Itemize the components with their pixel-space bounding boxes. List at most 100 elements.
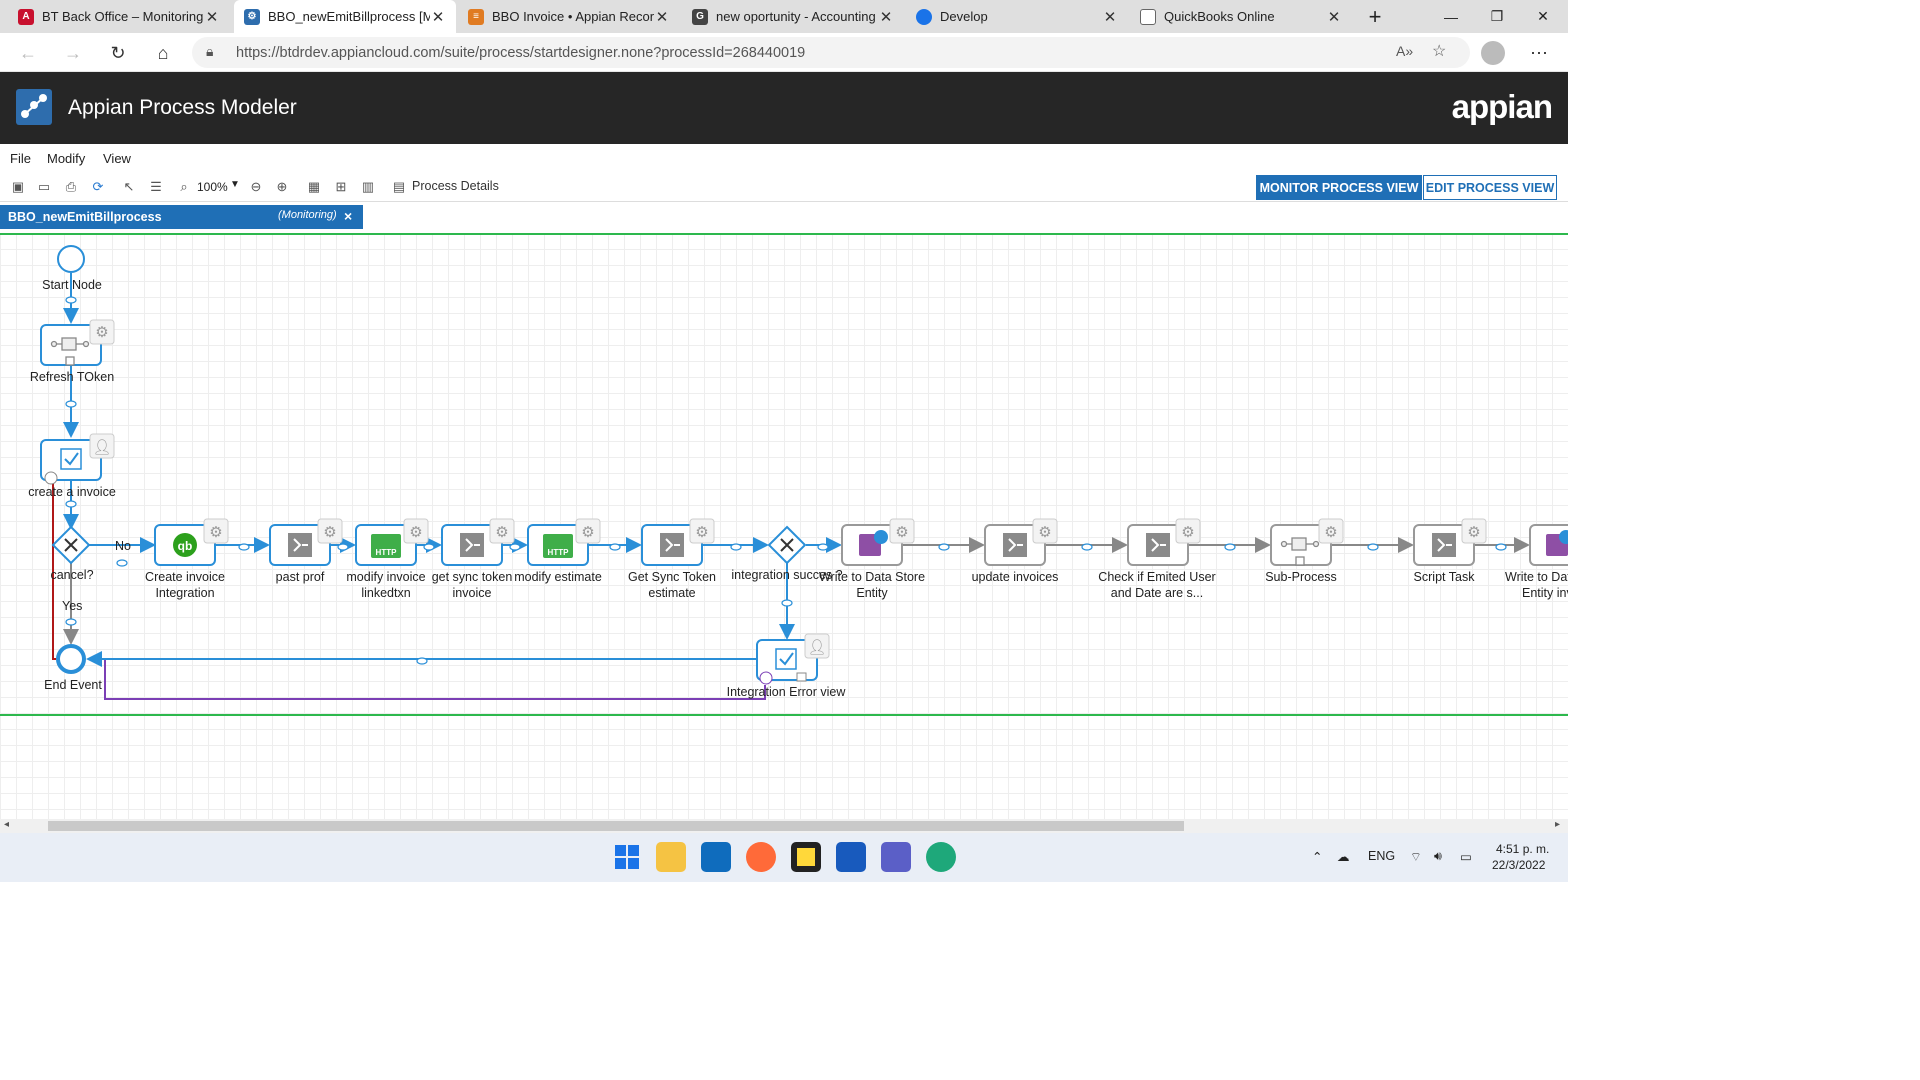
more-menu-icon[interactable]: ⋯	[1527, 41, 1551, 65]
clock-time[interactable]: 4:51 p. m.	[1496, 842, 1549, 856]
update-invoices-node[interactable]: ⚙	[984, 518, 1058, 566]
error-flow-path	[104, 660, 766, 700]
cancel-gateway[interactable]	[51, 525, 91, 565]
back-arrow-icon[interactable]: ←	[16, 41, 40, 65]
monitor-process-view-button[interactable]: MONITOR PROCESS VIEW	[1256, 175, 1422, 200]
favorite-star-icon[interactable]: ☆	[1432, 41, 1446, 61]
forward-arrow-icon[interactable]: →	[61, 41, 85, 65]
print-icon[interactable]: ⎙	[63, 179, 79, 195]
browser-tab-process-modeler[interactable]: ⚙ BBO_newEmitBillprocess [Mo ✕	[234, 0, 456, 33]
refresh-token-node[interactable]: ⚙	[40, 319, 115, 366]
scrollbar-thumb[interactable]	[48, 821, 1184, 831]
open-folder-icon[interactable]: ▭	[36, 179, 52, 195]
word-icon[interactable]	[836, 842, 866, 872]
volume-icon[interactable]: 🔊︎	[1434, 849, 1442, 864]
diagram-tab[interactable]: BBO_newEmitBillprocess (Monitoring) ×	[0, 205, 363, 229]
timer-icon	[759, 671, 773, 685]
end-event-icon[interactable]	[56, 644, 86, 674]
restore-icon[interactable]: ❐	[1474, 0, 1520, 33]
minimize-icon[interactable]: —	[1428, 0, 1474, 33]
scroll-left-icon[interactable]: ◂	[4, 819, 9, 830]
close-tab-icon[interactable]: ✕	[878, 8, 894, 26]
page-favicon-icon	[1140, 8, 1156, 25]
menu-modify[interactable]: Modify	[47, 151, 85, 166]
browser-tab-develop[interactable]: Develop ✕	[906, 0, 1128, 33]
browser-tab-bt-back-office[interactable]: A BT Back Office – Monitoring · ✕	[8, 0, 230, 33]
end-event-label: End Event	[44, 678, 102, 692]
tab-title: BBO Invoice • Appian Record	[492, 9, 654, 24]
script-task-node[interactable]: ⚙	[1413, 518, 1487, 566]
teams-icon[interactable]	[881, 842, 911, 872]
create-invoice-node[interactable]: 👤︎	[40, 433, 115, 485]
zoom-in-icon[interactable]: ⊕	[274, 179, 290, 195]
new-tab-plus-icon[interactable]: +	[1352, 0, 1398, 33]
close-tab-icon[interactable]: ✕	[204, 8, 220, 26]
close-tab-icon[interactable]: ✕	[654, 8, 670, 26]
modify-estimate-node[interactable]: ⚙ HTTP	[527, 518, 601, 566]
sub-process-node[interactable]: ⚙	[1270, 518, 1344, 566]
url-field[interactable]: 🔒︎ https://btdrdev.appiancloud.com/suite…	[192, 37, 1470, 68]
outlook-icon[interactable]	[701, 842, 731, 872]
list-icon[interactable]: ☰	[148, 179, 164, 195]
url-text: https://btdrdev.appiancloud.com/suite/pr…	[236, 45, 806, 61]
scroll-right-icon[interactable]: ▸	[1555, 819, 1560, 830]
align-icon[interactable]: ▥	[360, 179, 376, 195]
browser-tab-bbo-invoice[interactable]: ≡ BBO Invoice • Appian Record ✕	[458, 0, 680, 33]
integration-error-view-node[interactable]: 👤︎	[756, 633, 830, 685]
close-diagram-icon[interactable]: ×	[344, 208, 352, 224]
chevron-up-icon[interactable]: ⌃	[1312, 849, 1322, 864]
zoom-icon[interactable]: ⌕	[176, 179, 192, 195]
select-pointer-icon[interactable]: ↖	[121, 179, 137, 195]
clock-date[interactable]: 22/3/2022	[1492, 858, 1545, 872]
edit-process-view-button[interactable]: EDIT PROCESS VIEW	[1423, 175, 1557, 200]
file-explorer-icon[interactable]	[656, 842, 686, 872]
battery-icon[interactable]: ▭	[1460, 849, 1472, 864]
language-indicator[interactable]: ENG	[1368, 849, 1395, 863]
refresh-icon[interactable]: ⟳	[90, 179, 106, 195]
check-emited-user-node[interactable]: ⚙	[1127, 518, 1201, 566]
menu-file[interactable]: File	[10, 151, 31, 166]
zoom-out-icon[interactable]: ⊖	[248, 179, 264, 195]
modify-invoice-label-2: linkedtxn	[361, 586, 410, 600]
process-details-icon[interactable]: ▤	[391, 179, 407, 195]
past-prof-node[interactable]: ⚙	[269, 518, 343, 566]
close-tab-icon[interactable]: ✕	[1326, 8, 1342, 26]
read-aloud-icon[interactable]: A»	[1396, 43, 1413, 59]
process-details-link[interactable]: Process Details	[412, 179, 499, 193]
zoom-level[interactable]: 100%	[197, 180, 228, 194]
write-to-data-store-node[interactable]: ⚙	[841, 518, 915, 566]
profile-avatar[interactable]	[1481, 41, 1505, 65]
close-tab-icon[interactable]: ✕	[1102, 8, 1118, 26]
home-icon[interactable]: ⌂	[151, 41, 175, 65]
gear-icon: ⚙	[581, 524, 594, 541]
windows-start-icon[interactable]	[612, 842, 642, 872]
user-icon: 👤︎	[807, 639, 826, 656]
sticky-notes-icon[interactable]	[791, 842, 821, 872]
browser-tab-quickbooks[interactable]: QuickBooks Online ✕	[1130, 0, 1352, 33]
close-tab-icon[interactable]: ✕	[430, 8, 446, 26]
modify-invoice-node[interactable]: ⚙ HTTP	[355, 518, 429, 566]
create-invoice-integration-node[interactable]: ⚙ qb	[154, 518, 229, 566]
start-node-icon[interactable]	[57, 245, 85, 273]
grid-icon[interactable]: ▦	[306, 179, 322, 195]
browser-tab-accounting[interactable]: G new oportunity - Accounting ✕	[682, 0, 904, 33]
get-sync-token-estimate-label-1: Get Sync Token	[628, 570, 716, 584]
get-sync-token-invoice-node[interactable]: ⚙	[441, 518, 515, 566]
integration-success-gateway[interactable]	[767, 525, 807, 565]
integration-error-view-label: Integration Error view	[727, 685, 847, 699]
reload-icon[interactable]: ↻	[106, 41, 130, 65]
get-sync-token-estimate-node[interactable]: ⚙	[641, 518, 715, 566]
address-bar: ← → ↻ ⌂ 🔒︎ https://btdrdev.appiancloud.c…	[0, 33, 1568, 72]
wifi-icon[interactable]: ⌔	[1410, 849, 1422, 865]
edge-icon[interactable]	[926, 842, 956, 872]
write-to-data-store-invoice-node[interactable]	[1529, 524, 1568, 566]
close-window-icon[interactable]: ✕	[1520, 0, 1566, 33]
firefox-icon[interactable]	[746, 842, 776, 872]
modify-estimate-label: modify estimate	[514, 570, 602, 584]
new-icon[interactable]: ▣	[10, 179, 26, 195]
zoom-dropdown-icon[interactable]: ▼	[230, 179, 240, 190]
table-icon[interactable]: ⊞	[333, 179, 349, 195]
menu-view[interactable]: View	[103, 151, 131, 166]
horizontal-scrollbar[interactable]: ◂ ▸	[0, 819, 1568, 833]
onedrive-icon[interactable]: ☁	[1337, 849, 1350, 864]
